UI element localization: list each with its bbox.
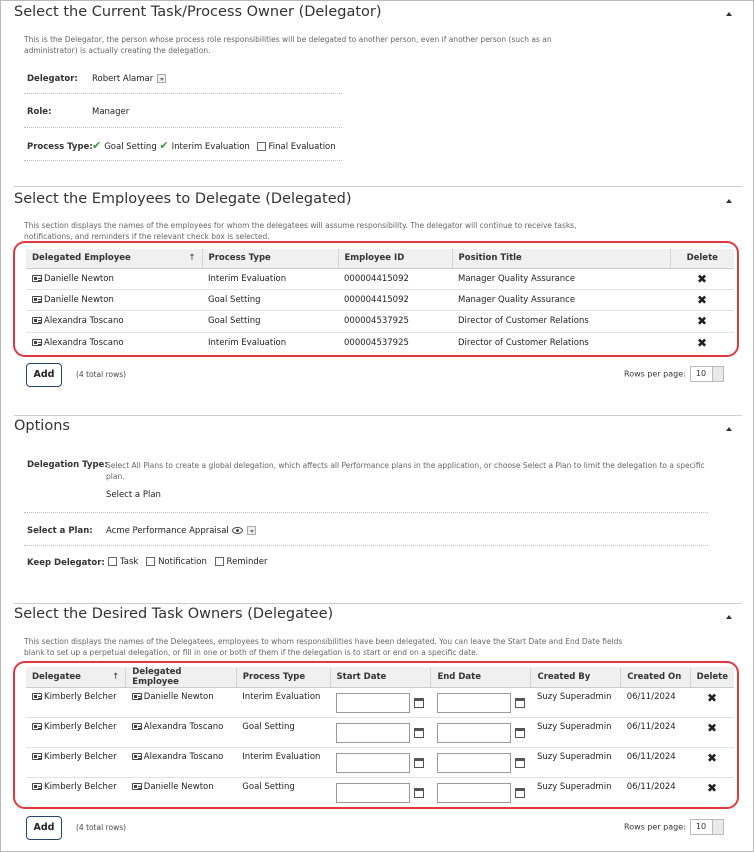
divider [24,127,342,128]
role-label: Role: [27,107,52,117]
highlight-outline [13,661,739,809]
chevron-down-icon[interactable] [157,74,167,83]
check-icon: ✔ [159,139,169,152]
checkbox[interactable] [146,557,156,566]
section-title-delegated: Select the Employees to Delegate (Delega… [14,191,352,207]
select-plan-select[interactable]: Acme Performance Appraisal [106,526,256,536]
add-delegatee-button[interactable]: Add [26,816,62,840]
divider [24,160,342,161]
role-value: Manager [92,107,130,117]
section-description: This section displays the names of the e… [24,221,577,241]
process-option-goal-setting[interactable]: ✔ Goal Setting [92,139,157,152]
rows-per-page: Rows per page: 10 [624,366,724,382]
process-type-options: ✔ Goal Setting ✔ Interim Evaluation Final … [92,139,336,152]
checkbox[interactable] [256,142,266,151]
divider [24,93,342,94]
section-divider [14,186,742,187]
delegator-select[interactable]: Robert Alamar [92,74,167,84]
process-option-final[interactable]: Final Evaluation [256,142,336,152]
keep-notification-option[interactable]: Notification [146,557,207,567]
section-title-delegatee: Select the Desired Task Owners (Delegate… [14,606,334,622]
rows-per-page: Rows per page: 10 [624,819,724,835]
delegation-type-select[interactable]: Select a Plan [106,490,161,500]
keep-delegator-label: Keep Delegator: [27,558,105,568]
checkbox[interactable] [214,557,224,566]
process-option-interim[interactable]: ✔ Interim Evaluation [159,139,249,152]
delegation-type-label: Delegation Type: [27,460,108,470]
rows-per-page-select[interactable]: 10 [689,366,724,382]
section-divider [14,415,742,416]
section-divider [14,603,742,604]
delegation-type-description: Select All Plans to create a global dele… [106,461,705,481]
check-icon: ✔ [92,139,102,152]
chevron-down-icon[interactable] [246,526,256,535]
collapse-caret-icon[interactable] [726,615,732,619]
collapse-caret-icon[interactable] [726,199,732,203]
keep-reminder-option[interactable]: Reminder [214,557,267,567]
total-rows: (4 total rows) [76,823,127,832]
delegator-value: Robert Alamar [92,74,154,84]
collapse-caret-icon[interactable] [726,427,732,431]
rows-per-page-select[interactable]: 10 [689,819,724,835]
collapse-caret-icon[interactable] [726,12,732,16]
select-plan-label: Select a Plan: [27,526,93,536]
keep-delegator-options: Task Notification Reminder [108,557,267,567]
delegator-label: Delegator: [27,74,78,84]
total-rows: (4 total rows) [76,370,127,379]
eye-icon[interactable] [231,527,243,534]
checkbox[interactable] [108,557,117,566]
keep-task-option[interactable]: Task [108,557,138,567]
process-type-label: Process Type: [27,142,93,152]
divider [24,512,708,513]
section-description: This section displays the names of the D… [24,637,623,657]
section-title-options: Options [14,418,70,434]
section-title-delegator: Select the Current Task/Process Owner (D… [14,4,382,20]
section-description: This is the Delegator, the person whose … [24,35,552,55]
add-delegated-button[interactable]: Add [26,363,62,387]
divider [24,545,708,546]
highlight-outline [13,241,739,357]
